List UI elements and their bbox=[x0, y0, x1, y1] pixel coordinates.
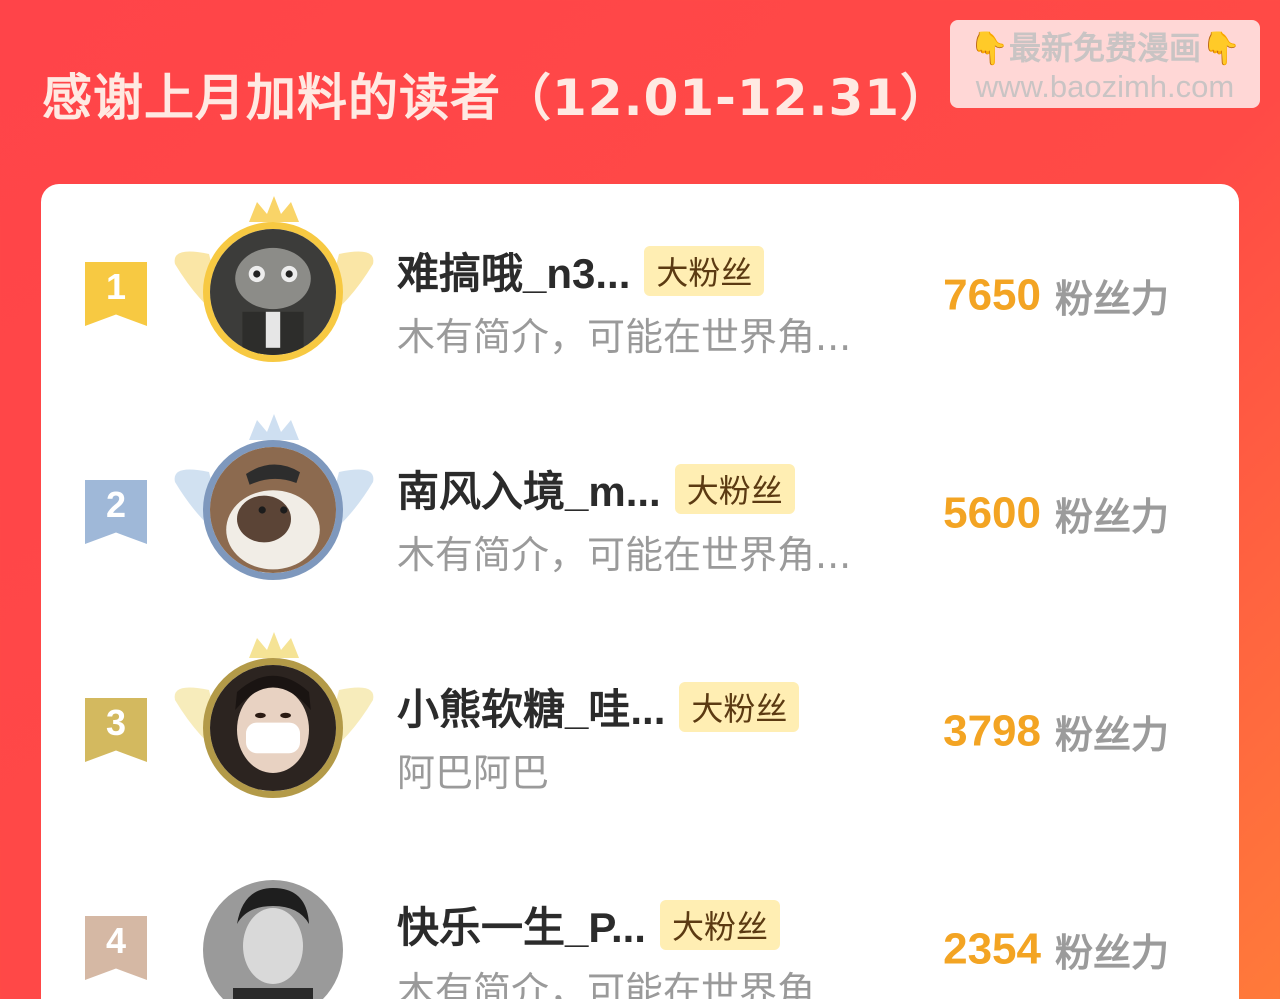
fan-power-score: 7650 bbox=[943, 270, 1041, 320]
leaderboard-row[interactable]: 4 快乐一生_P... 大粉丝 木有简介，可能在世界角... 2354 粉丝力 bbox=[41, 848, 1239, 999]
rank-badge: 3 bbox=[85, 698, 147, 762]
user-name[interactable]: 南风入境_m... bbox=[397, 468, 661, 515]
leaderboard-row[interactable]: 3 小熊软糖_哇... 大粉丝 阿巴阿巴 3798 粉丝力 bbox=[41, 630, 1239, 830]
cat-with-hat-avatar bbox=[210, 447, 336, 573]
fan-power-score: 3798 bbox=[943, 706, 1041, 756]
user-avatar[interactable] bbox=[203, 222, 343, 362]
user-name[interactable]: 小熊软糖_哇... bbox=[397, 686, 665, 733]
fan-power-score: 2354 bbox=[943, 924, 1041, 974]
user-bio: 木有简介，可能在世界角... bbox=[397, 315, 852, 359]
fan-level-badge: 大粉丝 bbox=[644, 245, 765, 296]
pointing-down-icon: 👇 bbox=[1201, 30, 1241, 66]
cartoon-cat-avatar bbox=[210, 229, 336, 355]
user-bio: 木有简介，可能在世界角... bbox=[397, 533, 852, 577]
watermark: 👇最新免费漫画👇 www.baozimh.com bbox=[950, 20, 1260, 108]
rank-badge: 1 bbox=[85, 262, 147, 326]
watermark-url: www.baozimh.com bbox=[975, 69, 1235, 104]
page-title: 感谢上月加料的读者（12.01-12.31） bbox=[42, 69, 952, 127]
fan-power-unit: 粉丝力 bbox=[1054, 713, 1169, 757]
pointing-down-icon: 👇 bbox=[969, 30, 1009, 66]
fan-power-score: 5600 bbox=[943, 488, 1041, 538]
fan-level-badge: 大粉丝 bbox=[659, 899, 780, 950]
fan-power-unit: 粉丝力 bbox=[1054, 495, 1169, 539]
masked-person-avatar bbox=[210, 665, 336, 791]
user-avatar[interactable] bbox=[203, 658, 343, 798]
fan-level-badge: 大粉丝 bbox=[674, 463, 795, 514]
user-avatar[interactable] bbox=[203, 880, 343, 999]
leaderboard-row[interactable]: 2 南风入境_m... 大粉丝 木有简介，可能在世界角... 5600 粉丝力 bbox=[41, 412, 1239, 612]
user-name[interactable]: 难搞哦_n3... bbox=[397, 250, 630, 297]
fan-power-unit: 粉丝力 bbox=[1054, 931, 1169, 975]
fan-power-unit: 粉丝力 bbox=[1054, 277, 1169, 321]
man-portrait-avatar bbox=[203, 880, 343, 999]
rank-badge: 2 bbox=[85, 480, 147, 544]
rank-badge: 4 bbox=[85, 916, 147, 980]
leaderboard-card: 1 难搞哦_n3... 大粉丝 木有简介，可能在世界角... 7650 粉丝力 bbox=[41, 184, 1239, 999]
user-avatar[interactable] bbox=[203, 440, 343, 580]
user-name[interactable]: 快乐一生_P... bbox=[397, 904, 646, 951]
user-bio: 阿巴阿巴 bbox=[397, 751, 550, 795]
watermark-text: 最新免费漫画 bbox=[1008, 30, 1201, 66]
fan-level-badge: 大粉丝 bbox=[679, 681, 800, 732]
leaderboard-row[interactable]: 1 难搞哦_n3... 大粉丝 木有简介，可能在世界角... 7650 粉丝力 bbox=[41, 194, 1239, 394]
user-bio: 木有简介，可能在世界角... bbox=[397, 969, 852, 999]
